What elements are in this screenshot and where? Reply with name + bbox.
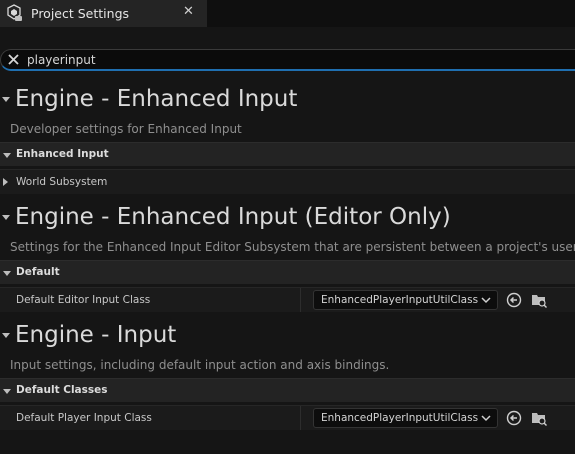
search-box [0, 49, 575, 71]
category-label: Default [16, 266, 60, 278]
use-selected-icon[interactable] [506, 292, 522, 308]
unreal-settings-icon [7, 4, 22, 21]
category-label: Default Classes [16, 384, 108, 396]
section-description: Input settings, including default input … [10, 358, 390, 372]
browse-folder-icon[interactable] [531, 292, 547, 308]
section-title: Engine - Enhanced Input [15, 86, 298, 112]
property-label: World Subsystem [16, 176, 108, 188]
dropdown-value: EnhancedPlayerInputUtilClass [321, 294, 479, 306]
tab-title: Project Settings [31, 6, 130, 21]
expand-icon[interactable] [3, 178, 8, 186]
column-divider[interactable] [300, 406, 301, 430]
category-header[interactable]: Enhanced Input [0, 142, 575, 166]
section-description: Settings for the Enhanced Input Editor S… [10, 240, 575, 254]
collapse-section-icon[interactable] [2, 215, 10, 220]
chevron-down-icon [481, 415, 491, 422]
section-title: Engine - Input [15, 322, 177, 348]
category-header[interactable]: Default Classes [0, 378, 575, 402]
clear-search-icon[interactable] [7, 53, 20, 66]
property-label: Default Editor Input Class [16, 294, 151, 306]
class-picker-dropdown[interactable]: EnhancedPlayerInputUtilClass [313, 408, 498, 428]
collapse-category-icon [3, 271, 11, 276]
tab-bar: Project Settings ✕ [0, 0, 575, 27]
collapse-category-icon [3, 153, 11, 158]
collapse-category-icon [3, 389, 11, 394]
search-input[interactable] [27, 52, 527, 68]
tab-project-settings[interactable]: Project Settings ✕ [0, 0, 207, 27]
category-label: Enhanced Input [16, 148, 109, 160]
close-icon[interactable]: ✕ [183, 4, 194, 19]
property-row[interactable]: World Subsystem [0, 169, 575, 194]
collapse-section-icon[interactable] [2, 333, 10, 338]
chevron-down-icon [481, 297, 491, 304]
property-row: Default Player Input Class EnhancedPlaye… [0, 405, 575, 430]
browse-folder-icon[interactable] [531, 410, 547, 426]
property-label: Default Player Input Class [16, 412, 152, 424]
category-header[interactable]: Default [0, 260, 575, 284]
section-description: Developer settings for Enhanced Input [10, 122, 242, 136]
dropdown-value: EnhancedPlayerInputUtilClass [321, 412, 479, 424]
class-picker-dropdown[interactable]: EnhancedPlayerInputUtilClass [313, 290, 498, 310]
section-title: Engine - Enhanced Input (Editor Only) [15, 204, 451, 230]
use-selected-icon[interactable] [506, 410, 522, 426]
column-divider[interactable] [300, 288, 301, 312]
property-row: Default Editor Input Class EnhancedPlaye… [0, 287, 575, 312]
collapse-section-icon[interactable] [2, 97, 10, 102]
